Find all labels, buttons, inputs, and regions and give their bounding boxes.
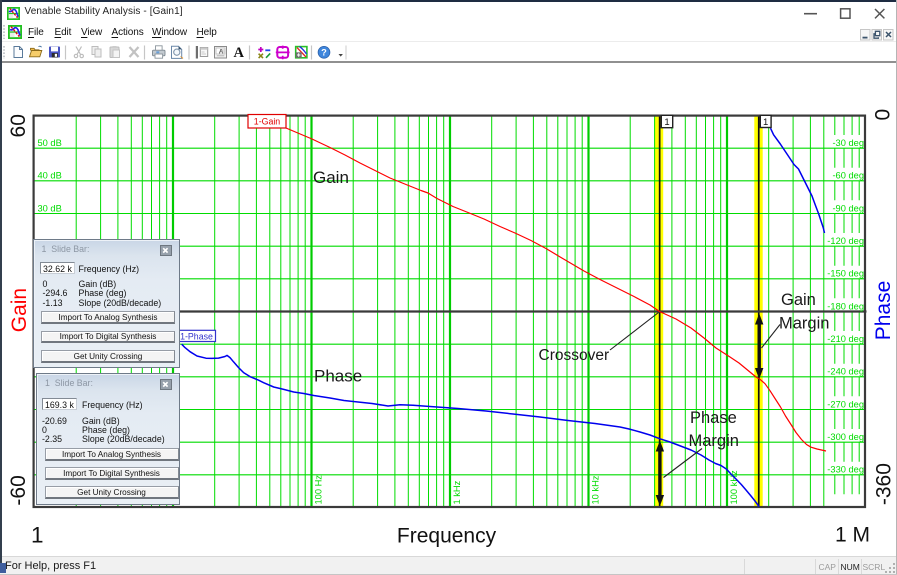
svg-text:Crossover: Crossover xyxy=(539,347,610,364)
svg-text:-30 deg: -30 deg xyxy=(832,138,864,148)
svg-text:-180 deg: -180 deg xyxy=(827,301,864,311)
svg-text:100 kHz: 100 kHz xyxy=(729,470,739,504)
svg-text:-90 deg: -90 deg xyxy=(832,203,864,213)
svg-text:0: 0 xyxy=(872,109,895,121)
svg-text:-60 deg: -60 deg xyxy=(832,171,864,181)
svg-text:Gain: Gain xyxy=(781,291,816,309)
svg-text:-360: -360 xyxy=(873,463,896,505)
svg-text:Phase: Phase xyxy=(314,367,362,386)
svg-text:50 dB: 50 dB xyxy=(38,138,62,148)
svg-text:-150 deg: -150 deg xyxy=(827,269,864,279)
svg-text:40 dB: 40 dB xyxy=(38,171,62,181)
svg-text:30 dB: 30 dB xyxy=(38,203,62,213)
svg-text:100 Hz: 100 Hz xyxy=(314,475,324,505)
svg-text:-60: -60 xyxy=(7,475,30,505)
svg-text:60: 60 xyxy=(7,114,30,137)
svg-text:-120 deg: -120 deg xyxy=(827,236,864,246)
svg-text:Gain: Gain xyxy=(8,288,31,332)
svg-text:1-Gain: 1-Gain xyxy=(254,117,281,127)
svg-text:-300 deg: -300 deg xyxy=(827,432,864,442)
svg-text:-330 deg: -330 deg xyxy=(827,465,864,475)
svg-text:-210 deg: -210 deg xyxy=(827,334,864,344)
svg-text:A: A xyxy=(233,45,244,61)
svg-text:Phase: Phase xyxy=(872,281,895,341)
svg-text:1 kHz: 1 kHz xyxy=(452,480,462,504)
svg-text:-270 deg: -270 deg xyxy=(827,399,864,409)
svg-text:1: 1 xyxy=(763,117,768,128)
svg-text:Gain: Gain xyxy=(313,168,349,187)
svg-text:Phase: Phase xyxy=(690,409,737,427)
svg-text:1-Phase: 1-Phase xyxy=(180,331,213,341)
svg-text:Margin: Margin xyxy=(689,432,739,450)
svg-text:Margin: Margin xyxy=(779,315,829,333)
svg-text:Frequency: Frequency xyxy=(397,525,497,548)
svg-text:?: ? xyxy=(321,48,327,58)
svg-text:10 kHz: 10 kHz xyxy=(591,475,601,504)
svg-text:1: 1 xyxy=(31,523,44,548)
svg-text:1: 1 xyxy=(664,117,669,128)
svg-text:1 M: 1 M xyxy=(835,523,870,546)
svg-text:-240 deg: -240 deg xyxy=(827,367,864,377)
